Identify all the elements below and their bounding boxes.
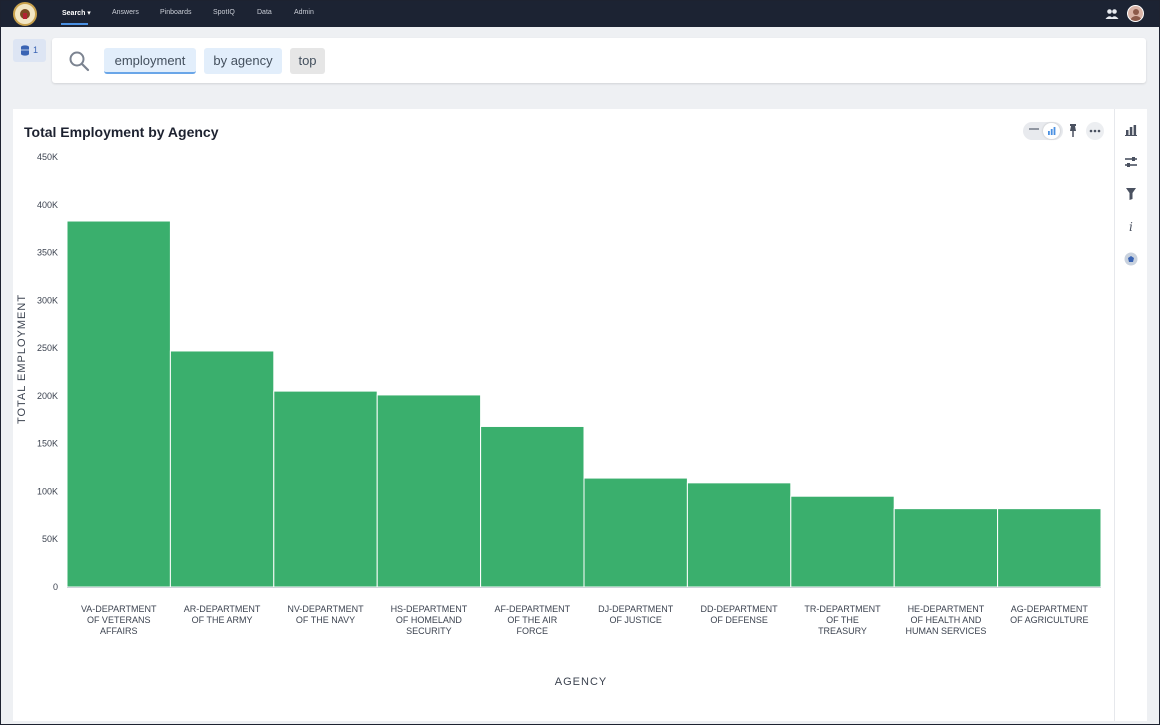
y-axis-label: TOTAL EMPLOYMENT (16, 294, 28, 424)
data-source-selector[interactable]: 1 (13, 39, 46, 62)
nav-search[interactable]: Search ▾ (62, 9, 91, 17)
x-axis-ticks: VA-DEPARTMENT OF VETERANS AFFAIRS AR-DEPART… (81, 604, 1089, 636)
x-tick-label: AR-DEPARTMENT OF THE ARMY (184, 604, 261, 625)
more-options-icon[interactable] (1086, 122, 1104, 140)
y-tick-label: 0 (53, 582, 58, 592)
user-avatar[interactable] (1127, 5, 1144, 22)
x-tick-label: VA-DEPARTMENT OF VETERANS AFFAIRS (81, 604, 157, 636)
x-axis-label: AGENCY (555, 676, 607, 688)
y-tick-label: 450K (37, 152, 58, 162)
y-tick-label: 250K (37, 343, 58, 353)
bar[interactable] (583, 477, 688, 588)
nav-data[interactable]: Data (257, 9, 272, 16)
search-token-by-agency[interactable]: by agency (204, 48, 282, 74)
view-toggle[interactable] (1023, 122, 1063, 140)
search-icon (69, 51, 90, 72)
bar[interactable] (66, 220, 171, 588)
chart-settings-rail: i (1114, 109, 1147, 721)
x-tick-label: HS-DEPARTMENT OF HOMELAND SECURITY (391, 604, 468, 636)
search-bar[interactable]: employment by agency top (52, 38, 1146, 83)
chart-title: Total Employment by Agency (24, 124, 219, 140)
filter-icon[interactable] (1124, 187, 1138, 201)
app-window: Search ▾ Answers Pinboards SpotIQ Data A… (0, 0, 1160, 725)
x-tick-label: DD-DEPARTMENT OF DEFENSE (701, 604, 779, 625)
x-tick-label: AF-DEPARTMENT OF THE AIR FORCE (494, 604, 570, 636)
chart-view-button[interactable] (1043, 123, 1060, 139)
svg-text:i: i (1129, 220, 1133, 233)
info-icon[interactable]: i (1124, 219, 1138, 233)
bar-chart: 0 50K 100K 150K 200K 250K 300K 350K 400K 450K VA-… (16, 152, 1102, 688)
spotiq-insights-icon[interactable] (1124, 252, 1138, 266)
y-tick-label: 100K (37, 486, 58, 496)
y-axis-ticks: 0 50K 100K 150K 200K 250K 300K 350K 400K 450K (37, 152, 58, 592)
nav-answers[interactable]: Answers (112, 9, 139, 16)
pin-icon[interactable] (1065, 122, 1081, 140)
y-tick-label: 300K (37, 295, 58, 305)
nav-pinboards[interactable]: Pinboards (160, 9, 192, 16)
users-icon[interactable] (1105, 8, 1119, 20)
chart-config-icon[interactable] (1124, 155, 1138, 169)
chart-type-icon[interactable] (1124, 123, 1138, 137)
chart-view-icon (1048, 127, 1056, 135)
y-tick-label: 200K (37, 391, 58, 401)
bar[interactable] (480, 425, 585, 588)
bars (66, 220, 1102, 588)
x-tick-label: HE-DEPARTMENT OF HEALTH AND HUMAN SERVICES (905, 604, 986, 636)
x-tick-label: AG-DEPARTMENT OF AGRICULTURE (1010, 604, 1088, 625)
x-tick-label: DJ-DEPARTMENT OF JUSTICE (598, 604, 674, 625)
agency-logo[interactable] (13, 2, 37, 26)
search-token-top[interactable]: top (290, 48, 325, 74)
bar[interactable] (790, 495, 895, 588)
search-token-employment[interactable]: employment (104, 48, 196, 74)
bar[interactable] (169, 350, 275, 588)
y-tick-label: 150K (37, 439, 58, 449)
bar[interactable] (997, 508, 1102, 588)
table-view-icon[interactable] (1027, 126, 1041, 136)
top-nav-bar: Search ▾ Answers Pinboards SpotIQ Data A… (1, 1, 1159, 27)
nav-active-indicator (61, 23, 88, 25)
database-icon (21, 45, 29, 56)
y-tick-label: 350K (37, 248, 58, 258)
x-tick-label: NV-DEPARTMENT OF THE NAVY (287, 604, 364, 625)
y-tick-label: 50K (42, 534, 58, 544)
bar[interactable] (893, 508, 999, 588)
x-tick-label: TR-DEPARTMENT OF THE TREASURY (804, 604, 881, 636)
nav-admin[interactable]: Admin (294, 9, 314, 16)
nav-spotiq[interactable]: SpotIQ (213, 9, 235, 16)
y-tick-label: 400K (37, 200, 58, 210)
bar[interactable] (376, 394, 482, 588)
bar[interactable] (686, 482, 792, 588)
bar[interactable] (273, 390, 378, 588)
data-source-count: 1 (33, 45, 39, 55)
